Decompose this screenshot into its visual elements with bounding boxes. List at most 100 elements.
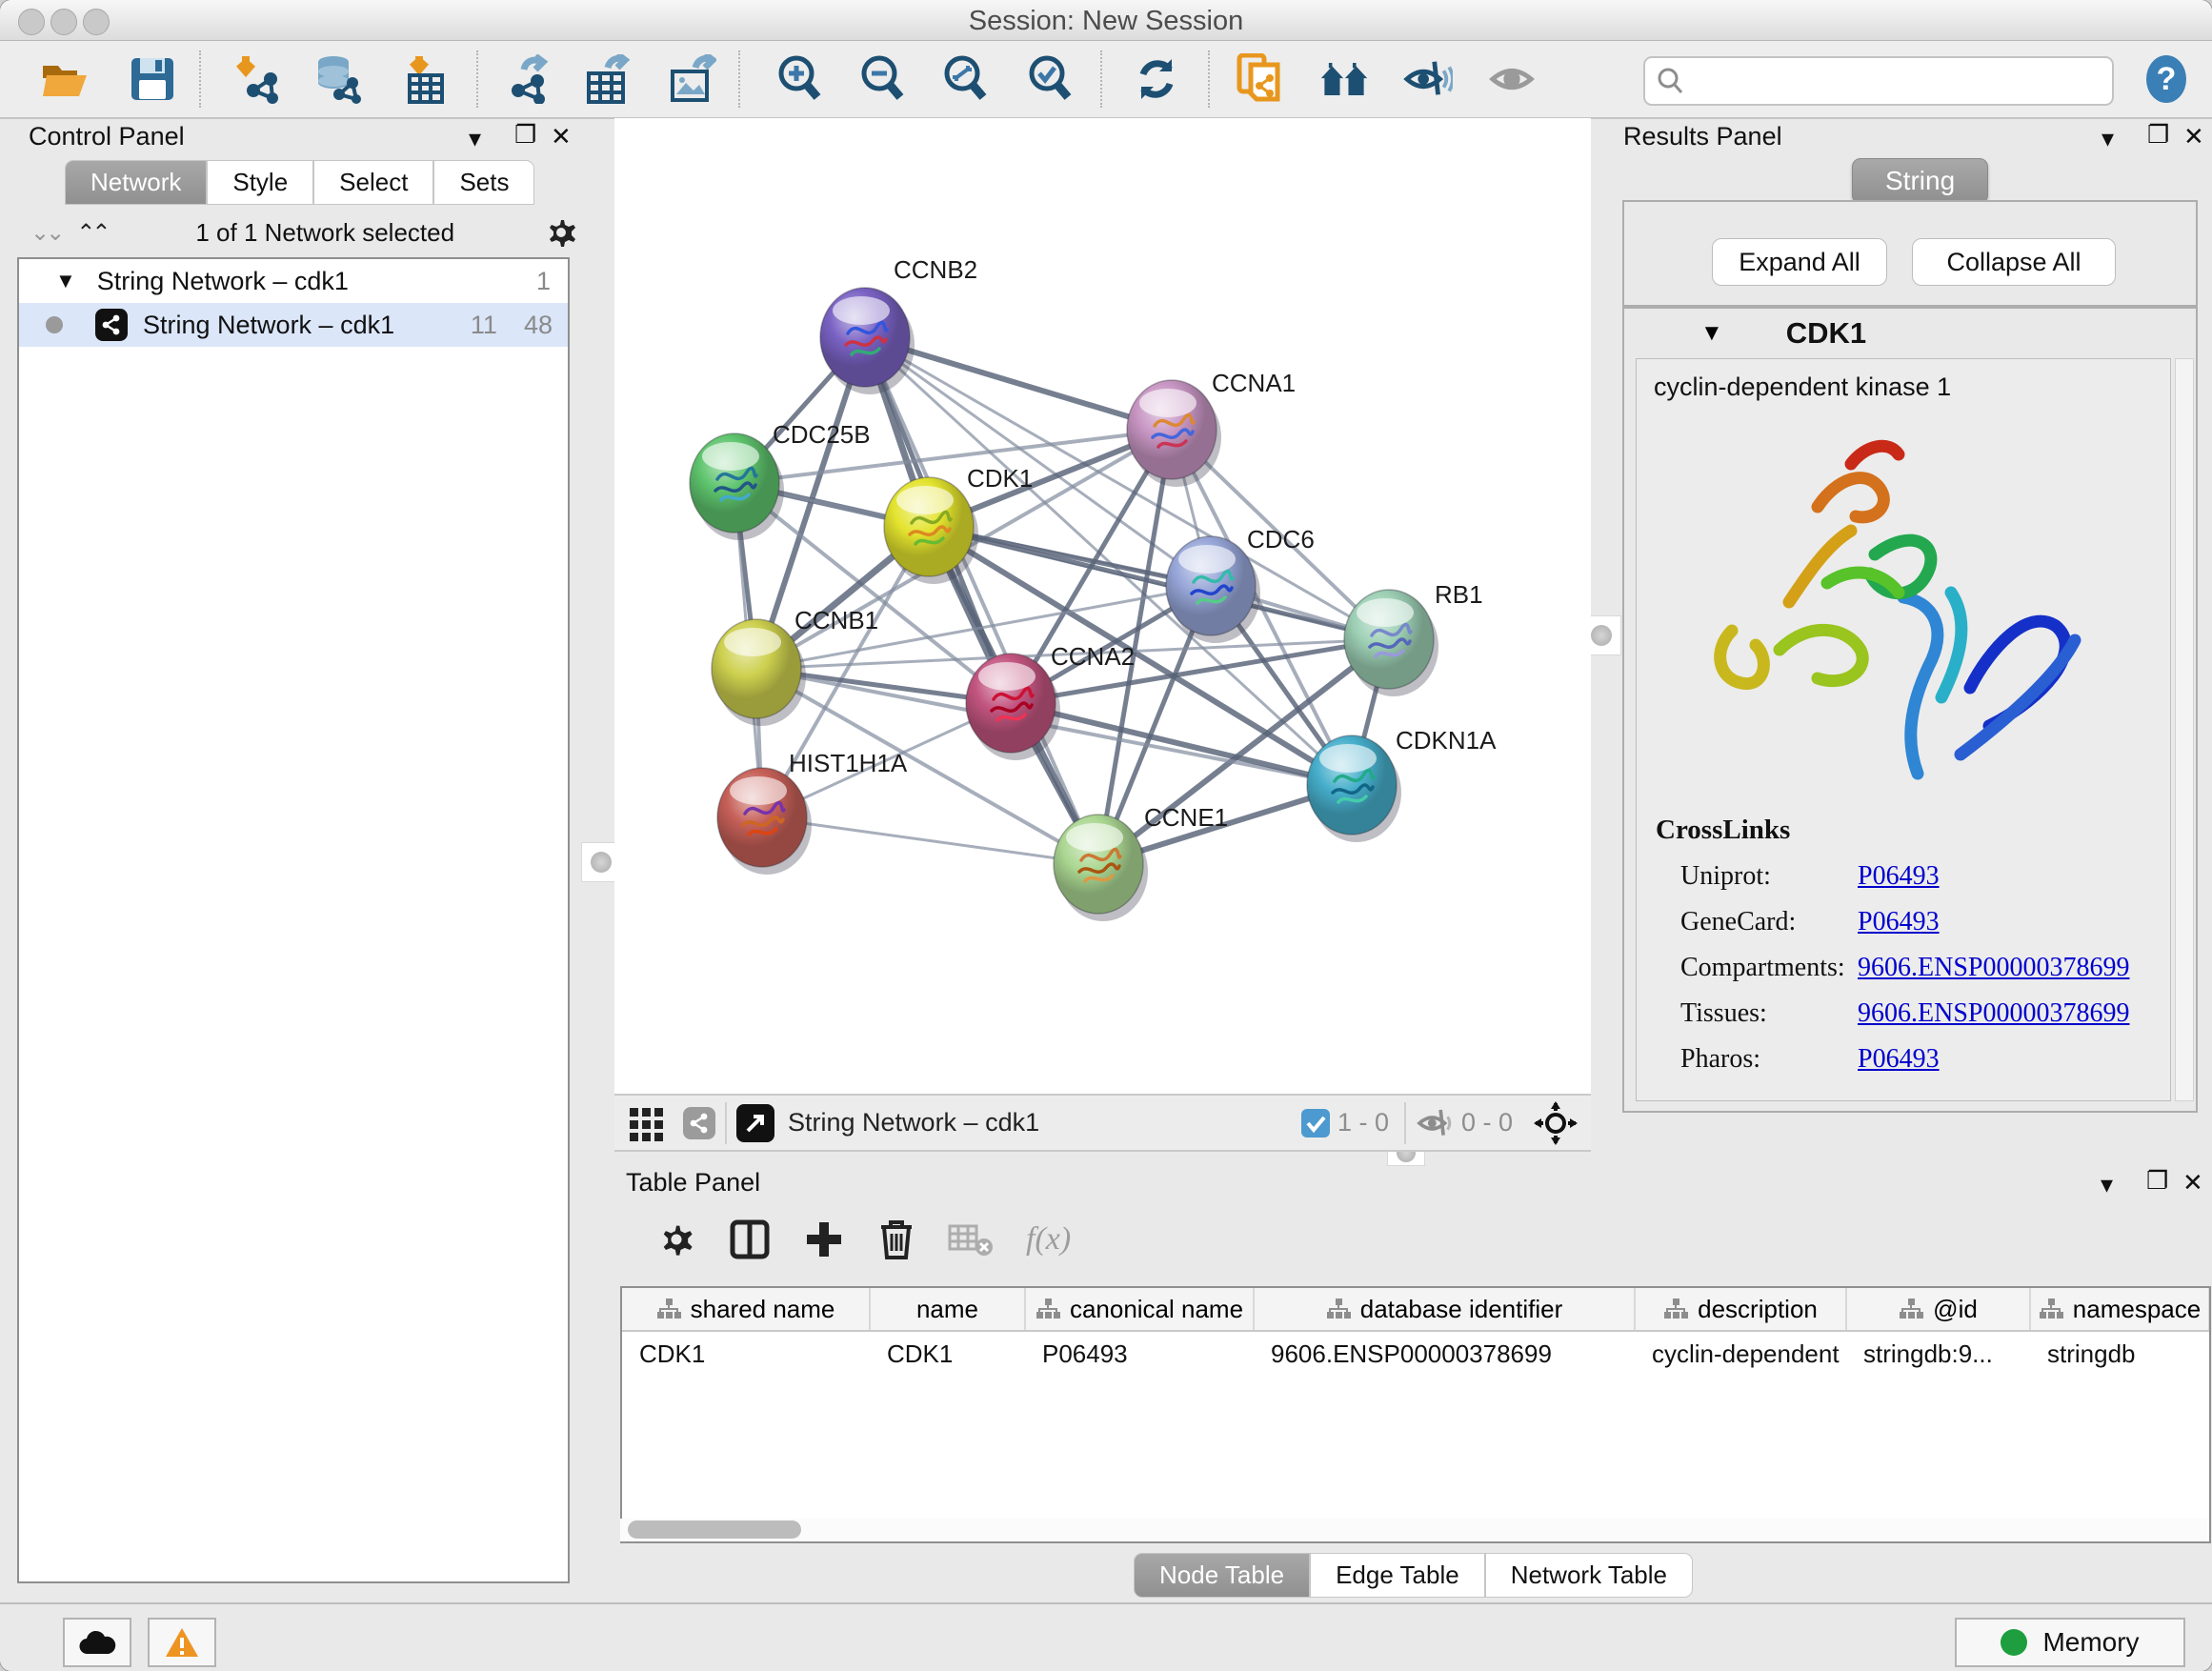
table-cell[interactable]: CDK1 [870,1331,1025,1376]
column-header-shared-name[interactable]: shared name [622,1288,870,1331]
column-header-canonical-name[interactable]: canonical name [1025,1288,1254,1331]
hide-glass-button[interactable] [1403,54,1453,104]
add-column-icon[interactable] [803,1218,845,1260]
import-network-database-button[interactable] [312,54,362,104]
network-canvas[interactable]: CCNB2CCNA1CDC25BCDK1CDC6RB1CCNB1CCNA2CDK… [614,118,1591,1094]
selected-checkbox-icon[interactable] [1299,1107,1332,1139]
node-CCNA1[interactable] [1127,380,1221,487]
tab-node-table[interactable]: Node Table [1134,1553,1310,1598]
node-RB1[interactable] [1344,590,1438,696]
table-options-gear-icon[interactable] [656,1219,696,1259]
tab-string[interactable]: String [1852,158,1988,204]
control-panel-menu-icon[interactable]: ▾ [469,124,481,153]
edge-CCNB2-CCNE1[interactable] [865,337,1098,864]
expand-all-networks-icon[interactable]: ⌃⌃ [76,219,107,247]
table-panel-float-icon[interactable]: ❐ [2146,1166,2168,1196]
control-panel-close-icon[interactable]: ✕ [551,122,572,151]
crosslink-link[interactable]: P06493 [1858,861,1940,892]
network-row-selected[interactable]: String Network – cdk1 11 48 [19,303,568,347]
tab-style[interactable]: Style [207,160,313,205]
network-graph[interactable]: CCNB2CCNA1CDC25BCDK1CDC6RB1CCNB1CCNA2CDK… [614,118,1591,1094]
table-cell[interactable]: 9606.ENSP00000378699 [1254,1331,1635,1376]
string-tools-icon[interactable] [683,1107,715,1139]
string-home-button[interactable] [1319,54,1369,104]
node-CCNB1[interactable] [712,619,806,726]
save-session-button[interactable] [128,54,177,104]
column-header-description[interactable]: description [1635,1288,1846,1331]
network-collection-row[interactable]: ▼ String Network – cdk1 1 [19,259,568,303]
crosslink-link[interactable]: P06493 [1858,907,1940,937]
import-table-file-button[interactable] [400,54,450,104]
open-in-new-window-icon[interactable] [736,1104,774,1142]
node-HIST1H1A[interactable] [717,768,812,875]
open-session-button[interactable] [40,54,90,104]
column-header-name[interactable]: name [870,1288,1025,1331]
function-builder-icon[interactable]: f(x) [1026,1221,1071,1258]
collection-expander-icon[interactable]: ▼ [55,269,76,293]
network-options-gear-icon[interactable] [543,214,579,251]
edge-HIST1H1A-CCNE1[interactable] [762,817,1098,864]
column-header--id[interactable]: @id [1846,1288,2030,1331]
table-panel-menu-icon[interactable]: ▾ [2101,1170,2113,1199]
cloud-status-button[interactable] [63,1618,131,1667]
refresh-button[interactable] [1132,54,1181,104]
table-cell[interactable]: CDK1 [622,1331,870,1376]
table-cell[interactable]: P06493 [1025,1331,1254,1376]
import-network-file-button[interactable] [232,54,282,104]
show-columns-icon[interactable] [729,1218,771,1260]
column-header-namespace[interactable]: namespace [2030,1288,2209,1331]
tab-network[interactable]: Network [65,160,207,205]
control-panel-float-icon[interactable]: ❐ [514,120,536,150]
birds-eye-grid-icon[interactable] [628,1104,666,1142]
crosslink-link[interactable]: 9606.ENSP00000378699 [1858,953,2129,983]
help-button[interactable]: ? [2142,54,2191,104]
gene-header[interactable]: ▼ CDK1 [1624,316,2196,351]
gene-expander-icon[interactable]: ▼ [1700,320,1723,347]
tab-sets[interactable]: Sets [433,160,534,205]
crosslink-link[interactable]: 9606.ENSP00000378699 [1858,998,2129,1029]
collapse-all-networks-icon[interactable]: ⌄⌄ [30,219,61,247]
delete-table-icon[interactable] [948,1222,994,1257]
export-image-button[interactable] [667,54,716,104]
memory-button[interactable]: Memory [1955,1618,2185,1667]
tab-edge-table[interactable]: Edge Table [1310,1553,1485,1598]
edge-CDK1-RB1[interactable] [929,527,1389,639]
table-cell[interactable]: stringdb:9... [1846,1331,2030,1376]
node-CCNB2[interactable] [820,288,915,394]
table-hscrollbar-thumb[interactable] [628,1520,801,1539]
export-network-button[interactable] [503,54,553,104]
node-CDKN1A[interactable] [1307,735,1401,842]
table-row[interactable]: CDK1CDK1P064939606.ENSP00000378699cyclin… [622,1331,2209,1376]
node-CCNA2[interactable] [966,654,1060,760]
zoom-selected-button[interactable] [1026,54,1076,104]
string-import-button[interactable] [1235,54,1284,104]
table-panel-close-icon[interactable]: ✕ [2182,1168,2203,1198]
results-panel-menu-icon[interactable]: ▾ [2101,124,2114,153]
warnings-button[interactable] [148,1618,216,1667]
search-field[interactable] [1643,56,2114,106]
pan-crosshair-icon[interactable] [1534,1101,1578,1145]
results-panel-float-icon[interactable]: ❐ [2147,120,2169,150]
hidden-eye-slash-icon[interactable] [1416,1107,1456,1139]
node-table[interactable]: shared namenamecanonical namedatabase id… [620,1286,2211,1543]
crosslink-link[interactable]: P06493 [1858,1044,1940,1075]
results-panel-close-icon[interactable]: ✕ [2183,122,2204,151]
results-scrollbar[interactable] [2175,358,2194,1101]
expand-all-button[interactable]: Expand All [1712,238,1887,286]
zoom-in-button[interactable] [775,54,825,104]
show-glass-button[interactable] [1487,54,1537,104]
delete-column-icon[interactable] [877,1218,915,1261]
node-CDC25B[interactable] [690,433,784,540]
table-cell[interactable]: cyclin-dependent ... [1635,1331,1846,1376]
tab-network-table[interactable]: Network Table [1485,1553,1693,1598]
export-table-button[interactable] [583,54,633,104]
node-CDK1[interactable] [884,477,978,584]
zoom-out-button[interactable] [858,54,908,104]
tab-select[interactable]: Select [313,160,433,205]
collapse-all-button[interactable]: Collapse All [1912,238,2116,286]
column-header-database-identifier[interactable]: database identifier [1254,1288,1635,1331]
node-CCNE1[interactable] [1054,815,1148,921]
zoom-fit-button[interactable] [941,54,991,104]
search-input[interactable] [1693,66,2112,97]
table-hscrollbar[interactable] [620,1519,2207,1541]
